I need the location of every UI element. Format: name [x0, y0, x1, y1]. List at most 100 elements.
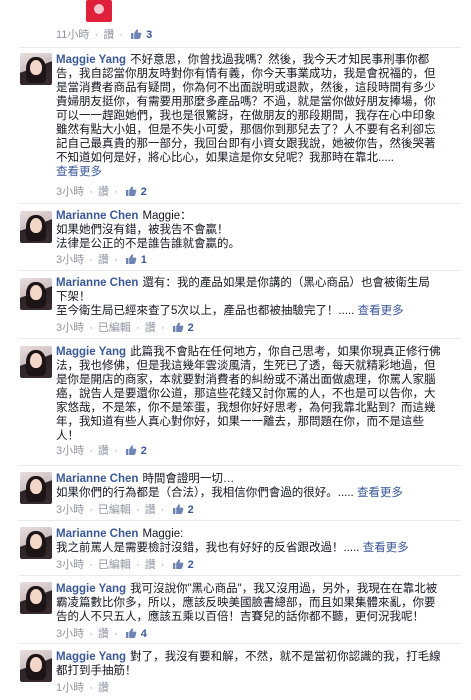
- thumbs-up-icon[interactable]: [130, 28, 142, 40]
- separator: ·: [160, 322, 165, 334]
- see-more-link[interactable]: 查看更多: [56, 165, 462, 179]
- comment-text: 對了，我沒有要和解，不然，就不是當初你認識的我，打毛線: [130, 651, 441, 663]
- comment-meta: 3小時 · 已編輯 · 讚 · 2: [56, 503, 194, 517]
- comment-text: 霸凌篇數比你多，所以，應該反映美國臉書總部，而且如果集體來亂，你要: [56, 597, 436, 609]
- comment-time[interactable]: 3小時: [56, 504, 84, 516]
- avatar[interactable]: [20, 650, 52, 682]
- comment-time[interactable]: 3小時: [56, 254, 84, 266]
- comment-text: 記自己最真貴的那一部分，我回台即有小資女跟我說，她被你告，然後哭著: [56, 138, 436, 150]
- edited-label[interactable]: 已編輯: [98, 504, 131, 516]
- comment-text: 我可沒說你"黑心商品"，我又沒用過，另外，我現在在靠北被: [130, 583, 438, 595]
- comment-text: 還有：我的產品如果是你講的（黑心商品）也會被衛生局: [142, 277, 430, 289]
- comment-text: 法，我也修佛，但是我這幾年雲淡風清，生死已了透，每天就精彩地過，但: [56, 360, 436, 372]
- avatar[interactable]: [20, 472, 52, 504]
- edited-label[interactable]: 已編輯: [98, 559, 131, 571]
- comment-author[interactable]: Maggie Yang: [56, 651, 126, 663]
- comment-text: Maggie:: [142, 528, 184, 540]
- comment-time[interactable]: 11小時: [56, 29, 89, 41]
- comment-text: 下架！: [56, 291, 91, 303]
- comment-meta: 3小時 · 讚 · 2: [56, 444, 147, 458]
- comment-author[interactable]: Marianne Chen: [56, 473, 138, 485]
- comment-meta: 1小時 · 讚: [56, 681, 109, 695]
- comment-time[interactable]: 3小時: [56, 628, 84, 640]
- separator: ·: [113, 628, 118, 640]
- comment-time[interactable]: 3小時: [56, 559, 84, 571]
- comment-text: 不好意思，你曾找過我嗎？然後，我今天才知民事刑事你都: [130, 54, 430, 66]
- avatar[interactable]: [20, 211, 52, 243]
- comment-author[interactable]: Marianne Chen: [56, 528, 138, 540]
- like-button[interactable]: 讚: [98, 445, 109, 457]
- like-button[interactable]: 讚: [103, 29, 114, 41]
- thumbs-up-icon[interactable]: [125, 444, 137, 456]
- like-count[interactable]: 4: [141, 628, 147, 640]
- avatar[interactable]: [20, 582, 52, 614]
- avatar[interactable]: [20, 53, 52, 85]
- separator: ·: [119, 29, 123, 41]
- separator: ·: [89, 628, 93, 640]
- comment-author[interactable]: Maggie Yang: [56, 54, 126, 66]
- thumbs-up-icon[interactable]: [172, 558, 184, 570]
- comment-author[interactable]: Maggie Yang: [56, 583, 126, 595]
- thumbs-up-icon[interactable]: [172, 321, 184, 333]
- separator: ·: [113, 254, 118, 266]
- comment-time[interactable]: 3小時: [56, 322, 84, 334]
- avatar[interactable]: [20, 278, 52, 310]
- comment-author[interactable]: Maggie Yang: [56, 346, 126, 358]
- thumbs-up-icon[interactable]: [172, 503, 184, 515]
- see-more-link[interactable]: 查看更多: [357, 487, 403, 499]
- separator: ·: [113, 186, 118, 198]
- thumbs-up-icon[interactable]: [125, 253, 137, 265]
- like-count[interactable]: 2: [188, 504, 194, 516]
- see-more-link[interactable]: 查看更多: [358, 305, 404, 317]
- edited-label[interactable]: 已編輯: [98, 322, 131, 334]
- like-count[interactable]: 2: [188, 322, 194, 334]
- comment-time[interactable]: 1小時: [56, 682, 84, 694]
- comment-text: 年，我知道有些人真心對你好，如果一一離去，那問題在你，而不是這些: [56, 416, 424, 428]
- comment-time[interactable]: 3小時: [56, 445, 84, 457]
- avatar[interactable]: [20, 346, 52, 378]
- comment-time[interactable]: 3小時: [56, 186, 84, 198]
- separator: ·: [89, 559, 93, 571]
- comment-text: 此篇我不會貼在任何地方，你自己思考，如果你現真正修行佛: [130, 346, 441, 358]
- avatar[interactable]: [20, 527, 52, 559]
- comment-text: 我之前罵人是需要檢討沒錯，我也有好好的反省跟改過！.....: [56, 542, 360, 554]
- like-button[interactable]: 讚: [98, 682, 109, 694]
- like-count[interactable]: 2: [141, 186, 147, 198]
- divider: [18, 520, 461, 521]
- separator: ·: [89, 186, 93, 198]
- comment-author[interactable]: Marianne Chen: [56, 277, 138, 289]
- separator: ·: [89, 445, 93, 457]
- like-count[interactable]: 1: [141, 254, 147, 266]
- like-button[interactable]: 讚: [145, 504, 156, 516]
- comment-text: Maggie：: [142, 210, 192, 222]
- comment-text: 至今衛生局已經來查了5次以上，產品也都被抽驗完了！.....: [56, 305, 355, 317]
- like-count[interactable]: 2: [141, 445, 147, 457]
- like-button[interactable]: 讚: [145, 322, 156, 334]
- comment-text: 不知道如何是好，將心比心，如果這是你女兒呢？我那時在靠北.....: [56, 152, 394, 164]
- like-button[interactable]: 讚: [145, 559, 156, 571]
- separator: ·: [113, 445, 118, 457]
- gift-sticker-icon: [86, 0, 112, 22]
- comment-text: 貴婦朋友挺你，有需要用那麼多產品嗎？不過，就是當你做好朋友捧場，你: [56, 96, 436, 108]
- like-button[interactable]: 讚: [98, 628, 109, 640]
- divider: [18, 643, 461, 644]
- comment-text: 如果你們的行為都是（合法），我相信你們會過的很好。.....: [56, 487, 354, 499]
- like-count[interactable]: 3: [146, 29, 152, 41]
- comment-text: 告，我自認當你朋友時對你有情有義，你今天事業成功，我是會祝福的，但: [56, 68, 436, 80]
- comment-author[interactable]: Marianne Chen: [56, 210, 138, 222]
- thumbs-up-icon[interactable]: [125, 627, 137, 639]
- separator: ·: [135, 504, 140, 516]
- comment-meta: 11小時 · 讚 · 3: [56, 28, 152, 42]
- comment-text: 時間會證明一切…: [142, 473, 235, 485]
- like-button[interactable]: 讚: [98, 186, 109, 198]
- like-button[interactable]: 讚: [98, 254, 109, 266]
- like-count[interactable]: 2: [188, 559, 194, 571]
- thumbs-up-icon[interactable]: [125, 185, 137, 197]
- see-more-link[interactable]: 查看更多: [363, 542, 409, 554]
- comment-meta: 3小時 · 已編輯 · 讚 · 2: [56, 558, 194, 572]
- divider: [18, 575, 461, 576]
- divider: [18, 47, 461, 48]
- comment-text: 癌，說告人是要還你公道，那這些花錢又討你罵的人，不也是可以告你，大: [56, 388, 436, 400]
- comment-meta: 3小時 · 讚 · 1: [56, 253, 147, 267]
- comment-text: 家悠哉，不是笨，你不是笨蛋，我想你好好思考，為何我靠北點到？而這幾: [56, 402, 436, 414]
